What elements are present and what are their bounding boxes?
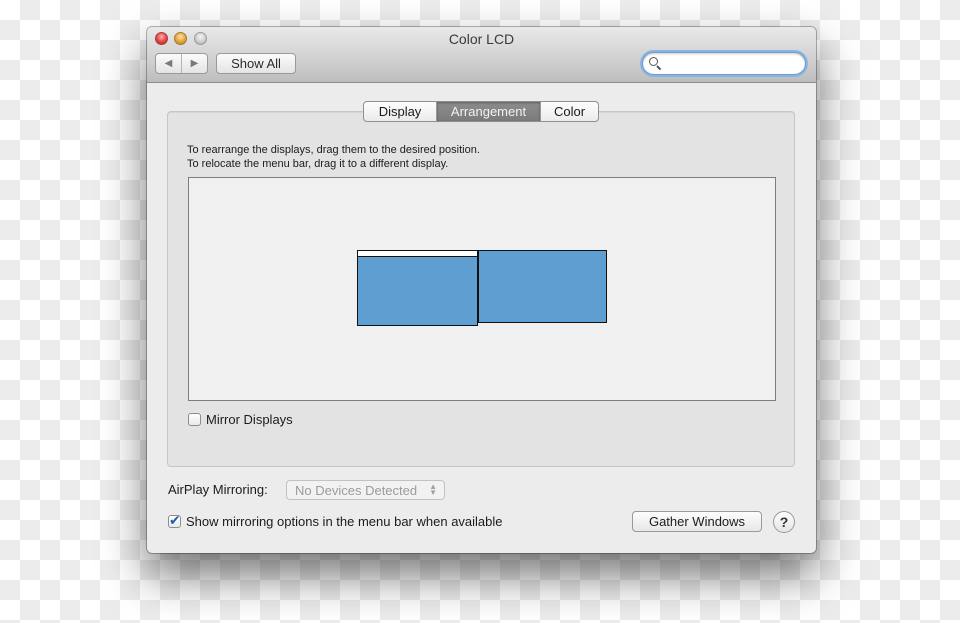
tab-color[interactable]: Color bbox=[540, 102, 598, 121]
mirror-displays-option[interactable]: Mirror Displays bbox=[188, 412, 293, 427]
menu-bar-handle[interactable] bbox=[358, 251, 477, 257]
back-arrow-icon: ◀ bbox=[164, 58, 173, 69]
mirror-displays-checkbox[interactable] bbox=[188, 413, 201, 426]
tab-arrangement[interactable]: Arrangement bbox=[436, 102, 540, 121]
gather-windows-button[interactable]: Gather Windows bbox=[632, 511, 762, 532]
show-all-button[interactable]: Show All bbox=[216, 53, 296, 74]
display-arrangement-area bbox=[188, 177, 776, 401]
search-field[interactable] bbox=[642, 52, 808, 75]
window-title: Color LCD bbox=[448, 31, 515, 47]
instructions-line-2: To relocate the menu bar, drag it to a d… bbox=[187, 158, 449, 170]
mirror-displays-label: Mirror Displays bbox=[206, 412, 293, 427]
show-mirroring-options-label: Show mirroring options in the menu bar w… bbox=[186, 514, 503, 529]
arrangement-instructions: To rearrange the displays, drag them to … bbox=[187, 143, 480, 171]
airplay-selected-value: No Devices Detected bbox=[295, 482, 418, 498]
instructions-line-1: To rearrange the displays, drag them to … bbox=[187, 144, 480, 156]
secondary-display[interactable] bbox=[478, 250, 607, 323]
search-input[interactable] bbox=[653, 54, 808, 73]
tab-bar: Display Arrangement Color bbox=[363, 101, 599, 122]
back-forward-control: ◀ ▶ bbox=[155, 53, 208, 74]
airplay-mirroring-label: AirPlay Mirroring: bbox=[168, 482, 268, 497]
airplay-mirroring-select[interactable]: No Devices Detected ▲ ▼ bbox=[286, 480, 445, 500]
help-icon: ? bbox=[779, 514, 789, 530]
main-display[interactable] bbox=[357, 250, 478, 326]
up-down-arrows-icon: ▲ ▼ bbox=[429, 482, 437, 497]
forward-arrow-icon: ▶ bbox=[190, 58, 199, 69]
help-button[interactable]: ? bbox=[773, 511, 795, 533]
forward-button[interactable]: ▶ bbox=[182, 54, 207, 73]
show-mirroring-options-checkbox[interactable] bbox=[168, 512, 181, 529]
preferences-window: Color LCD ◀ ▶ Show All Display Arrangeme… bbox=[147, 27, 816, 553]
title-bar: Color LCD ◀ ▶ Show All bbox=[147, 27, 816, 83]
show-mirroring-options-option[interactable]: Show mirroring options in the menu bar w… bbox=[168, 512, 503, 529]
tab-display[interactable]: Display bbox=[364, 102, 436, 121]
back-button[interactable]: ◀ bbox=[156, 54, 182, 73]
